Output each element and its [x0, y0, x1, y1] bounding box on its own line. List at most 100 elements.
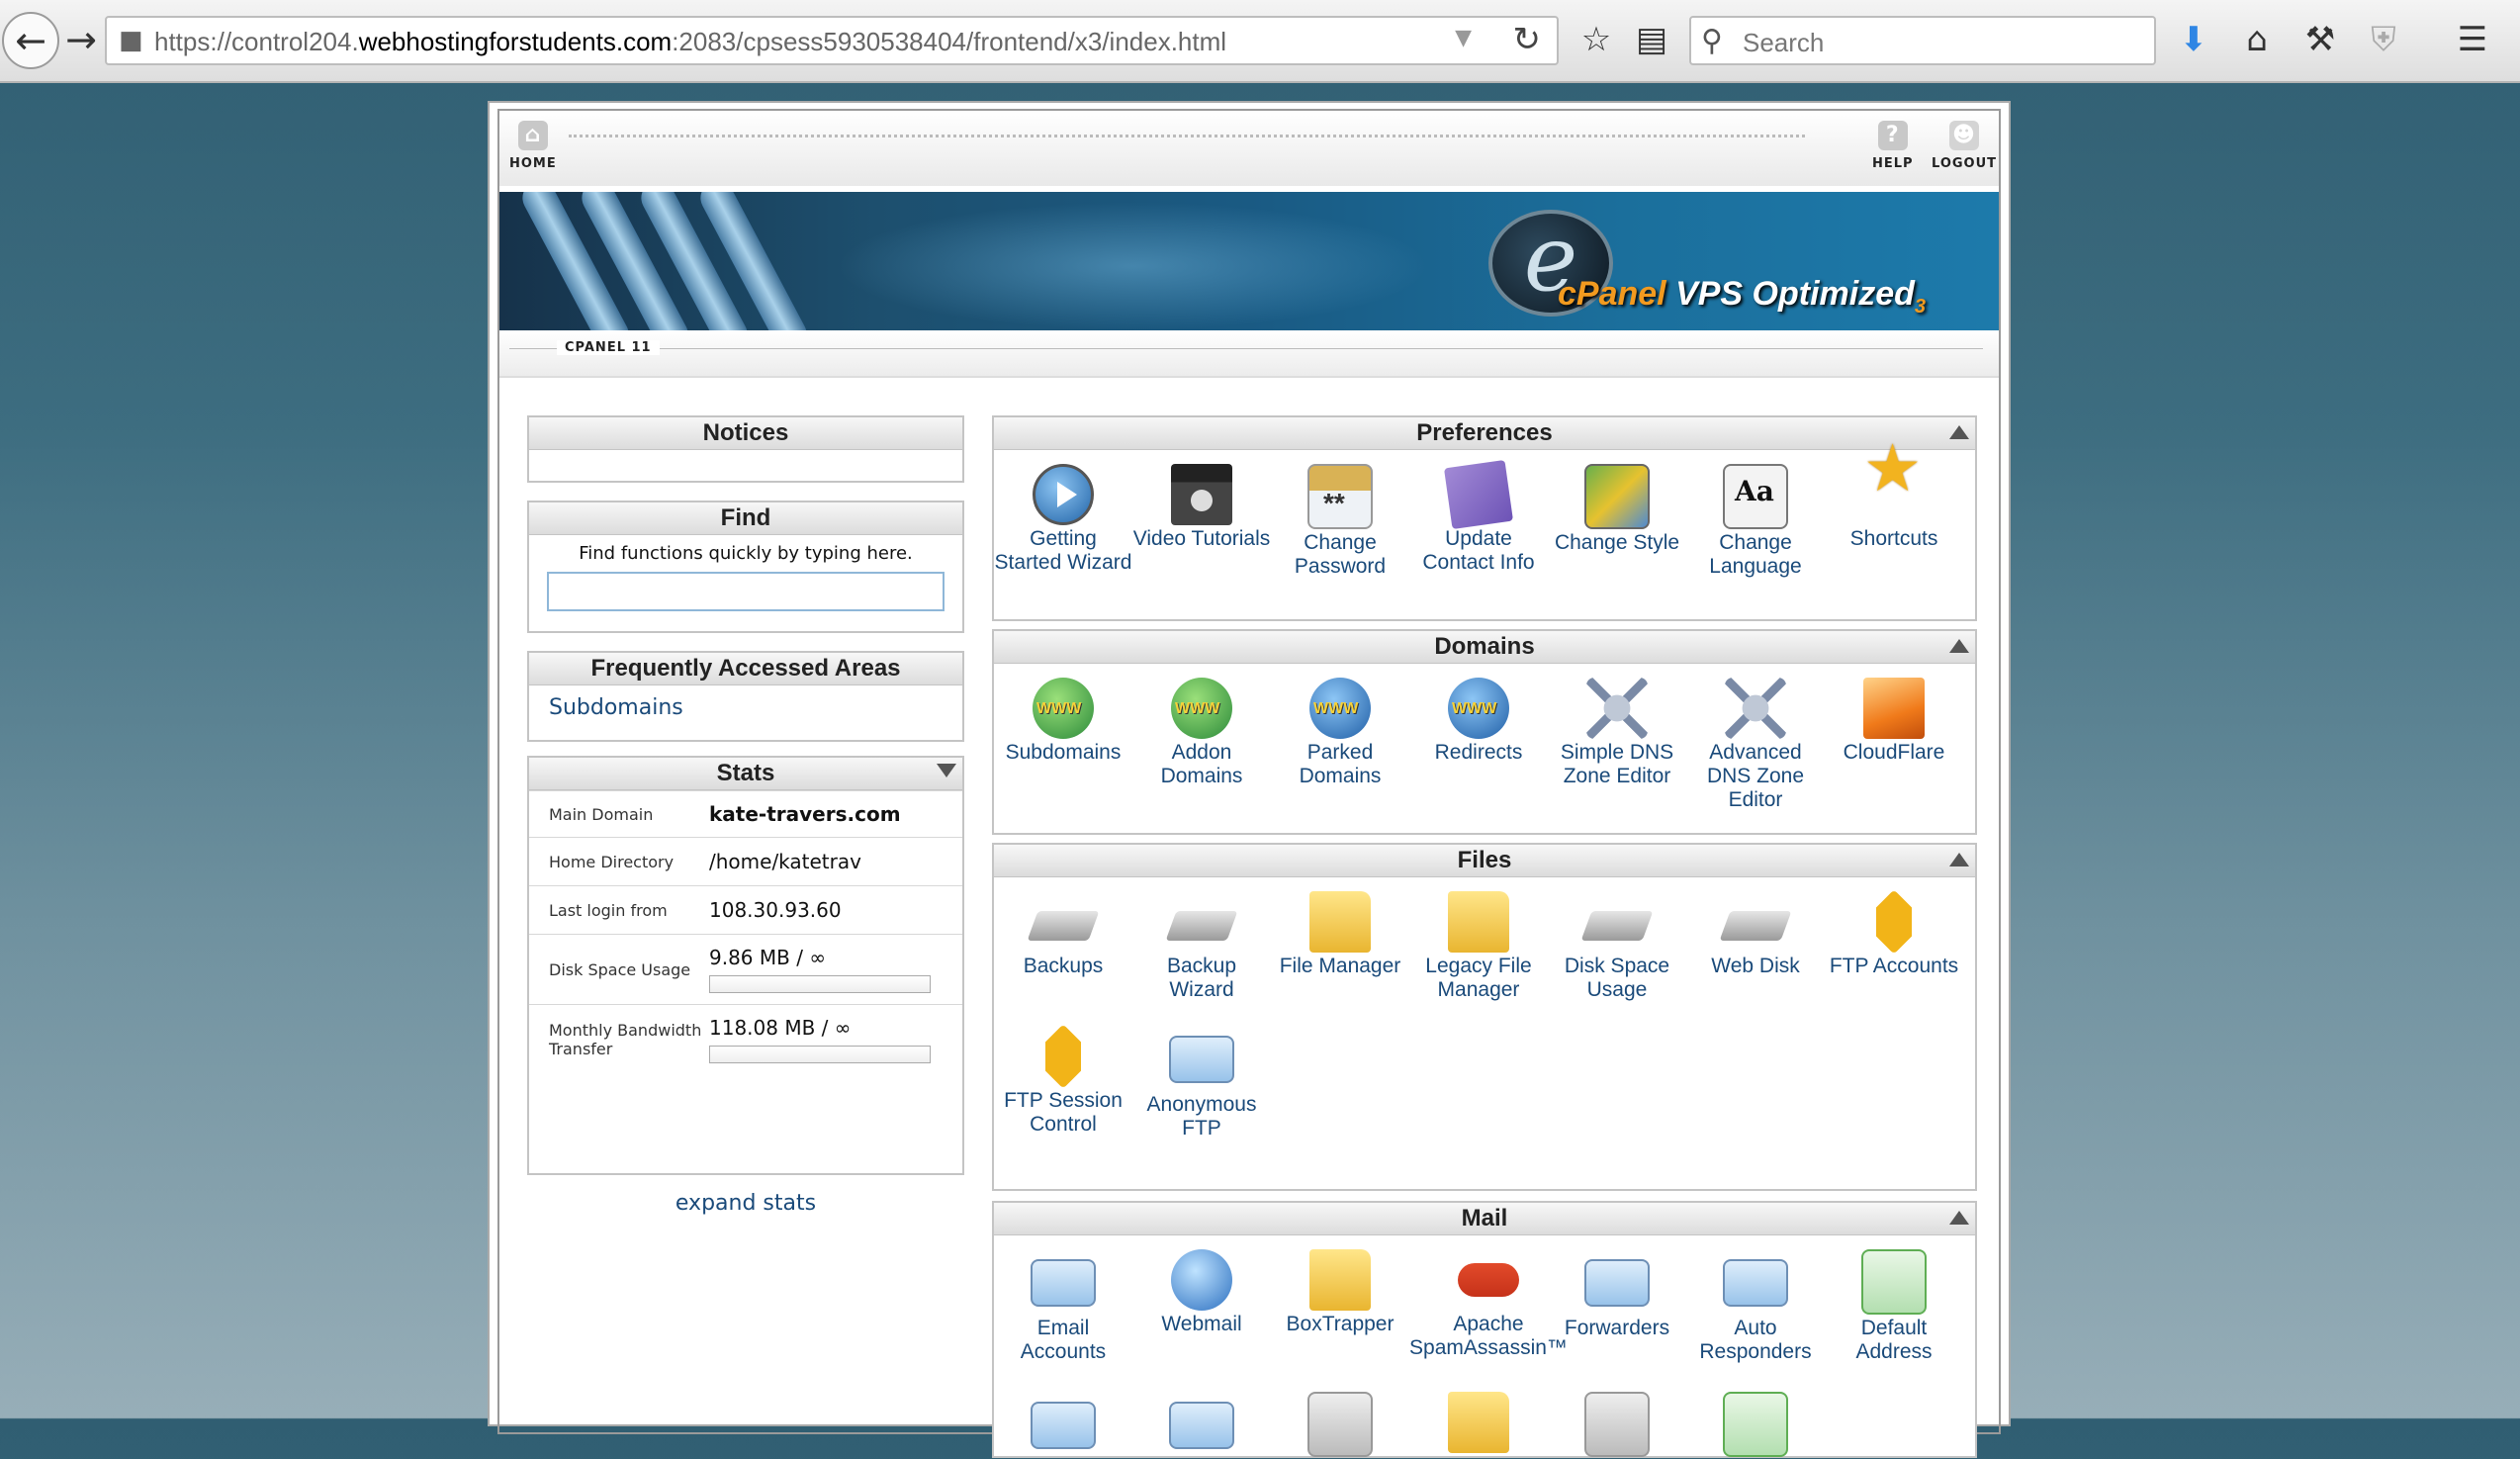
password-icon: [1307, 464, 1373, 529]
change-password-link[interactable]: Change Password: [1271, 464, 1409, 579]
stat-row-last-login: Last login from 108.30.93.60: [529, 885, 962, 934]
expand-stats-link[interactable]: expand stats: [527, 1191, 964, 1216]
stat-label: Monthly Bandwidth Transfer: [549, 1021, 702, 1058]
collapse-triangle-icon[interactable]: [937, 764, 956, 777]
redirects-link[interactable]: Redirects: [1409, 678, 1548, 765]
default-address-link[interactable]: Default Address: [1825, 1249, 1963, 1364]
item-label: Video Tutorials: [1132, 527, 1271, 550]
download-icon[interactable]: ⬇: [2170, 16, 2217, 63]
bandwidth-bar: [709, 1046, 931, 1063]
mail-row2-item[interactable]: [1132, 1392, 1271, 1459]
file-manager-link[interactable]: File Manager: [1271, 891, 1409, 978]
home-icon[interactable]: ⌂: [2233, 16, 2281, 63]
url-dropdown-icon[interactable]: ▼: [1455, 26, 1472, 50]
breadcrumb: CPANEL 11: [499, 330, 1999, 378]
find-box: Find Find functions quickly by typing he…: [527, 501, 964, 633]
video-tutorials-link[interactable]: Video Tutorials: [1132, 464, 1271, 551]
webmail-link[interactable]: Webmail: [1132, 1249, 1271, 1336]
change-style-link[interactable]: Change Style: [1548, 464, 1686, 555]
stat-row-home-directory: Home Directory /home/katetrav: [529, 837, 962, 885]
ftp-icon: [1861, 889, 1927, 955]
find-input[interactable]: [547, 572, 945, 611]
item-label: Disk Space Usage: [1564, 955, 1670, 1001]
logout-label: LOGOUT: [1932, 156, 1998, 171]
mail-row2-item[interactable]: [1686, 1392, 1825, 1459]
ftp-accounts-link[interactable]: FTP Accounts: [1825, 889, 1963, 978]
item-label: Change Style: [1554, 531, 1680, 554]
backup-wizard-link[interactable]: Backup Wizard: [1132, 891, 1271, 1002]
home-link[interactable]: ⌂ HOME: [509, 121, 557, 171]
domains-title: Domains: [1434, 633, 1535, 660]
breadcrumb-label[interactable]: CPANEL 11: [557, 340, 660, 355]
domains-panel: Domains Subdomains Addon Domains Parked …: [992, 629, 1977, 835]
stat-label: Disk Space Usage: [549, 959, 691, 979]
ftp-session-control-link[interactable]: FTP Session Control: [994, 1024, 1132, 1137]
reload-icon[interactable]: ↻: [1513, 20, 1542, 59]
email-accounts-link[interactable]: Email Accounts: [994, 1249, 1132, 1364]
inbox-icon: [1448, 1392, 1509, 1453]
stat-value: 108.30.93.60: [709, 898, 842, 922]
legacy-file-manager-link[interactable]: Legacy File Manager: [1409, 891, 1548, 1002]
collapse-triangle-icon[interactable]: [1949, 853, 1969, 866]
find-heading: Find: [529, 502, 962, 535]
addon-domains-link[interactable]: Addon Domains: [1132, 678, 1271, 788]
logout-link[interactable]: ☻ LOGOUT: [1932, 121, 1997, 171]
cloudflare-link[interactable]: CloudFlare: [1825, 678, 1963, 765]
back-arrow-icon[interactable]: ←: [2, 12, 59, 69]
mail-heading[interactable]: Mail: [994, 1203, 1975, 1235]
cpanel-frame: ⌂ HOME ? HELP ☻ LOGOUT e cPanel VPS Opti…: [497, 109, 2001, 1458]
preferences-heading[interactable]: Preferences: [994, 417, 1975, 450]
simple-dns-zone-editor-link[interactable]: Simple DNS Zone Editor: [1548, 678, 1686, 788]
address-bar[interactable]: ■ https://control204.webhostingforstuden…: [105, 16, 1559, 65]
update-contact-info-link[interactable]: Update Contact Info: [1409, 459, 1548, 575]
tools-icon[interactable]: ⚒: [2296, 16, 2344, 63]
web-disk-link[interactable]: Web Disk: [1686, 891, 1825, 978]
collapse-triangle-icon[interactable]: [1949, 639, 1969, 653]
shield-icon[interactable]: ⛨: [2360, 16, 2407, 63]
collapse-triangle-icon[interactable]: [1949, 1211, 1969, 1225]
domains-heading[interactable]: Domains: [994, 631, 1975, 664]
envelope-icon: [1169, 1402, 1234, 1449]
mail-row2-item[interactable]: [1271, 1392, 1409, 1459]
files-heading[interactable]: Files: [994, 845, 1975, 877]
files-title: Files: [1457, 847, 1512, 873]
advanced-dns-zone-editor-link[interactable]: Advanced DNS Zone Editor: [1686, 678, 1825, 812]
collapse-triangle-icon[interactable]: [1949, 425, 1969, 439]
backups-link[interactable]: Backups: [994, 891, 1132, 978]
webmail-icon: [1171, 1249, 1232, 1311]
forward-arrow-icon[interactable]: →: [53, 12, 109, 67]
www-add-icon: [1171, 678, 1232, 739]
getting-started-wizard-link[interactable]: Getting Started Wizard: [994, 464, 1132, 575]
subdomains-link[interactable]: Subdomains: [994, 678, 1132, 765]
stat-row-bandwidth: Monthly Bandwidth Transfer 118.08 MB / ∞: [529, 1004, 962, 1074]
forwarders-link[interactable]: Forwarders: [1548, 1249, 1686, 1340]
faa-subdomains-link[interactable]: Subdomains: [529, 685, 962, 730]
home-label: HOME: [509, 156, 557, 171]
cpanel-topnav: ⌂ HOME ? HELP ☻ LOGOUT: [499, 111, 1999, 186]
mail-row2-item[interactable]: [1409, 1392, 1548, 1455]
change-language-link[interactable]: Change Language: [1686, 464, 1825, 579]
mail-row2-item[interactable]: [1548, 1392, 1686, 1459]
anonymous-ftp-link[interactable]: Anonymous FTP: [1132, 1026, 1271, 1140]
item-label: Simple DNS Zone Editor: [1560, 741, 1674, 787]
reading-list-icon[interactable]: ▤: [1628, 16, 1675, 63]
stats-heading[interactable]: Stats: [529, 758, 962, 790]
help-link[interactable]: ? HELP: [1872, 121, 1914, 171]
menu-icon[interactable]: ☰: [2449, 16, 2496, 63]
apache-spamassassin-link[interactable]: Apache SpamAssassin™: [1409, 1249, 1568, 1360]
cpanel-logo-text: cPanel VPS Optimized3: [1558, 275, 1927, 318]
disk-space-usage-link[interactable]: Disk Space Usage: [1548, 891, 1686, 1002]
shortcuts-link[interactable]: Shortcuts: [1825, 456, 1963, 551]
envelope-icon: [1031, 1402, 1096, 1449]
preferences-panel: Preferences Getting Started Wizard Video…: [992, 415, 1977, 621]
boxtrapper-link[interactable]: BoxTrapper: [1271, 1249, 1409, 1336]
search-input[interactable]: ⚲ Search: [1689, 16, 2156, 65]
mail-row2-item[interactable]: [994, 1392, 1132, 1459]
www-icon: [1033, 678, 1094, 739]
home-icon: ⌂: [517, 121, 548, 150]
bookmark-star-icon[interactable]: ☆: [1573, 16, 1620, 63]
parked-domains-link[interactable]: Parked Domains: [1271, 678, 1409, 788]
help-icon: ?: [1877, 121, 1908, 150]
auto-responders-link[interactable]: Auto Responders: [1686, 1249, 1825, 1364]
lock-icon: ■: [119, 26, 143, 55]
